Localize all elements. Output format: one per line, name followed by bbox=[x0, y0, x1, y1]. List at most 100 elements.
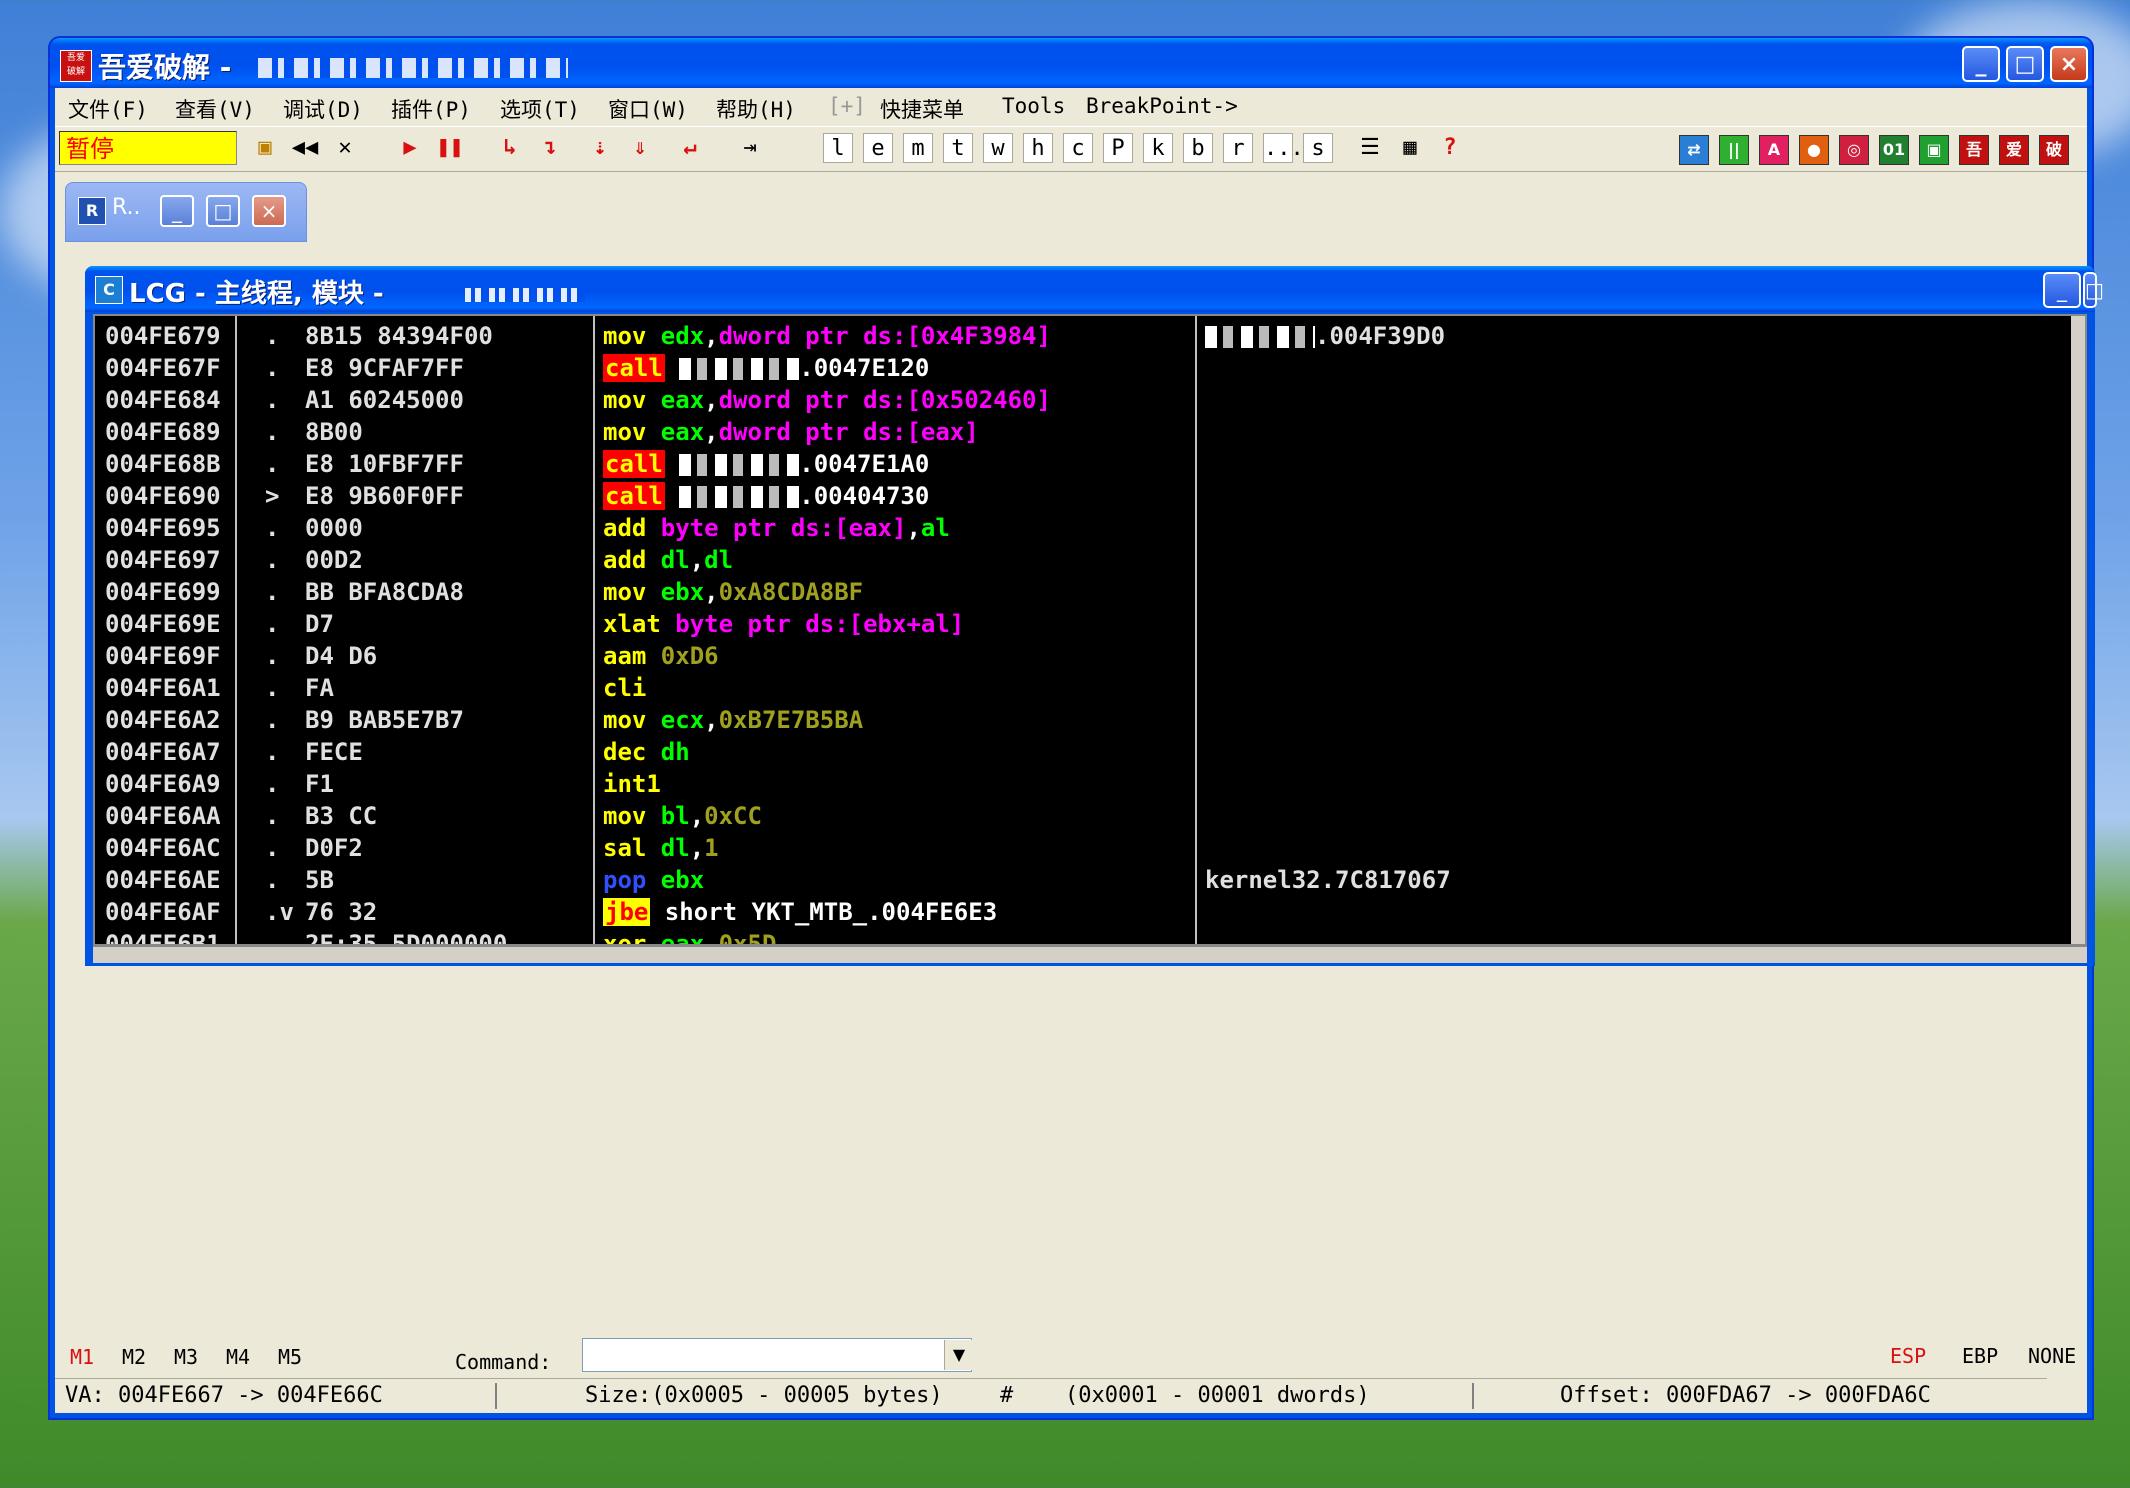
menu-item[interactable]: 选项(T) bbox=[500, 94, 580, 124]
window-button-b[interactable]: b bbox=[1183, 133, 1213, 163]
window-button-r[interactable]: r bbox=[1223, 133, 1253, 163]
disasm-row[interactable]: 004FE699. BB BFA8CDA8 mov ebx,0xA8CDA8BF bbox=[95, 576, 2085, 608]
mark-button-m1[interactable]: M1 bbox=[70, 1345, 94, 1369]
window-button-t[interactable]: t bbox=[943, 133, 973, 163]
disasm-row[interactable]: 004FE689. 8B00 mov eax,dword ptr ds:[eax] bbox=[95, 416, 2085, 448]
window-icon[interactable]: ▣ bbox=[1919, 135, 1949, 165]
refresh-icon[interactable]: ⇄ bbox=[1679, 135, 1709, 165]
disasm-row[interactable]: 004FE6A1. FA cli bbox=[95, 672, 2085, 704]
hex-bytes: D7 bbox=[305, 610, 334, 638]
ai-icon[interactable]: 爱 bbox=[1999, 135, 2029, 165]
window-button-...[interactable]: ... bbox=[1263, 133, 1304, 163]
mark-button-m5[interactable]: M5 bbox=[278, 1345, 302, 1369]
run-icon[interactable]: ▶ bbox=[395, 133, 425, 163]
window-button-e[interactable]: e bbox=[863, 133, 893, 163]
command-input[interactable] bbox=[582, 1338, 972, 1372]
cpu-maximize-button[interactable]: □ bbox=[2083, 272, 2104, 308]
disasm-row[interactable]: 004FE6A7. FECE dec dh bbox=[95, 736, 2085, 768]
pause-icon[interactable]: ❚❚ bbox=[435, 133, 465, 163]
title-bar[interactable]: 吾爱 破解 吾爱破解 - _ □ × bbox=[50, 38, 2092, 88]
window-button-c[interactable]: c bbox=[1063, 133, 1093, 163]
redacted-symbol bbox=[679, 454, 800, 476]
menu-item[interactable]: 插件(P) bbox=[391, 94, 471, 124]
rewind-icon[interactable]: ◀◀ bbox=[290, 133, 320, 163]
disasm-row[interactable]: 004FE679. 8B15 84394F00 mov edx,dword ptr … bbox=[95, 320, 2085, 352]
disasm-row[interactable]: 004FE6AC. D0F2 sal dl,1 bbox=[95, 832, 2085, 864]
cpu-minimize-button[interactable]: _ bbox=[2043, 272, 2081, 308]
disasm-row[interactable]: 004FE697. 00D2 add dl,dl bbox=[95, 544, 2085, 576]
menu-item[interactable]: [+] bbox=[828, 94, 866, 118]
maximize-button[interactable]: □ bbox=[2006, 46, 2044, 82]
help-icon[interactable]: ? bbox=[1435, 133, 1465, 163]
reg-button-none[interactable]: NONE bbox=[2028, 1344, 2076, 1368]
mark-button-m3[interactable]: M3 bbox=[174, 1345, 198, 1369]
disasm-row[interactable]: 004FE67F. E8 9CFAF7FF call .0047E120 bbox=[95, 352, 2085, 384]
window-button-k[interactable]: k bbox=[1143, 133, 1173, 163]
trace-into-icon[interactable]: ⇣ bbox=[585, 133, 615, 163]
disasm-row[interactable]: 004FE6B1. 2E:35 5D000000 xor eax,0x5D bbox=[95, 928, 2085, 944]
open-icon[interactable]: ▣ bbox=[250, 133, 280, 163]
instruction-token: al bbox=[920, 514, 950, 542]
address: 004FE69E bbox=[105, 610, 221, 638]
chevron-down-icon[interactable]: ▼ bbox=[944, 1340, 973, 1370]
horizontal-scrollbar[interactable] bbox=[93, 946, 2087, 963]
window-button-l[interactable]: l bbox=[823, 133, 853, 163]
disasm-row[interactable]: 004FE69E. D7 xlat byte ptr ds:[ebx+al] bbox=[95, 608, 2085, 640]
instruction-token: dword ptr ds:[0x4F3984] bbox=[718, 322, 1051, 350]
window-button-s[interactable]: s bbox=[1303, 133, 1333, 163]
disasm-row[interactable]: 004FE6AF .v 76 32 jbe short YKT_MTB_.004FE6… bbox=[95, 896, 2085, 928]
window-button-P[interactable]: P bbox=[1103, 133, 1133, 163]
close-debug-icon[interactable]: ✕ bbox=[330, 133, 360, 163]
grid-icon[interactable]: ▦ bbox=[1395, 133, 1425, 163]
disasm-row[interactable]: 004FE6AE. 5B pop ebx kernel32.7C817067 bbox=[95, 864, 2085, 896]
disassembly-pane[interactable]: 004FE679. 8B15 84394F00 mov edx,dword ptr … bbox=[93, 314, 2087, 946]
flow-marker: . bbox=[265, 674, 280, 702]
mini-maximize-button[interactable]: □ bbox=[206, 195, 240, 227]
mark-button-m2[interactable]: M2 bbox=[122, 1345, 146, 1369]
reg-button-ebp[interactable]: EBP bbox=[1962, 1344, 1998, 1368]
minimize-button[interactable]: _ bbox=[1962, 46, 2000, 82]
mini-minimize-button[interactable]: _ bbox=[160, 195, 194, 227]
minimized-window[interactable]: R R.. _ □ × bbox=[65, 182, 307, 242]
window-button-m[interactable]: m bbox=[903, 133, 933, 163]
reg-button-esp[interactable]: ESP bbox=[1890, 1344, 1926, 1368]
binary-icon[interactable]: 01 bbox=[1879, 135, 1909, 165]
disasm-row[interactable]: 004FE6A2. B9 BAB5E7B7 mov ecx,0xB7E7B5BA bbox=[95, 704, 2085, 736]
menu-item[interactable]: 窗口(W) bbox=[608, 94, 688, 124]
cpu-title-bar[interactable]: C LCG - 主线程, 模块 - _ □ bbox=[85, 266, 2104, 312]
disasm-row[interactable]: 004FE684. A1 60245000 mov eax,dword ptr ds… bbox=[95, 384, 2085, 416]
disasm-row[interactable]: 004FE695. 0000 add byte ptr ds:[eax],al bbox=[95, 512, 2085, 544]
menu-item[interactable]: 帮助(H) bbox=[716, 94, 796, 124]
disasm-row[interactable]: 004FE6A9. F1 int1 bbox=[95, 768, 2085, 800]
instruction-token: , bbox=[704, 706, 719, 734]
record-icon[interactable]: ● bbox=[1799, 135, 1829, 165]
window-button-h[interactable]: h bbox=[1023, 133, 1053, 163]
execute-till-return-icon[interactable]: ↵ bbox=[675, 133, 705, 163]
goto-icon[interactable]: ⇥ bbox=[735, 133, 765, 163]
mini-window-icon: R bbox=[78, 197, 106, 225]
close-button[interactable]: × bbox=[2050, 46, 2088, 82]
disasm-row[interactable]: 004FE6AA. B3 CC mov bl,0xCC bbox=[95, 800, 2085, 832]
plugin-green-icon[interactable]: || bbox=[1719, 135, 1749, 165]
step-over-icon[interactable]: ↴ bbox=[535, 133, 565, 163]
disasm-row[interactable]: 004FE68B. E8 10FBF7FF call .0047E1A0 bbox=[95, 448, 2085, 480]
hex-bytes: 8B00 bbox=[305, 418, 363, 446]
target-icon[interactable]: ◎ bbox=[1839, 135, 1869, 165]
disasm-row[interactable]: 004FE690 > E8 9B60F0FF call .00404730 bbox=[95, 480, 2085, 512]
step-into-icon[interactable]: ↳ bbox=[495, 133, 525, 163]
po-icon[interactable]: 破 bbox=[2039, 135, 2069, 165]
menu-item[interactable]: 查看(V) bbox=[175, 94, 255, 124]
list-icon[interactable]: ☰ bbox=[1355, 133, 1385, 163]
menu-item[interactable]: BreakPoint-> bbox=[1086, 94, 1238, 118]
menu-item[interactable]: 文件(F) bbox=[68, 94, 148, 124]
menu-item[interactable]: Tools bbox=[1002, 94, 1065, 118]
ascii-icon[interactable]: A bbox=[1759, 135, 1789, 165]
wu-icon[interactable]: 吾 bbox=[1959, 135, 1989, 165]
mini-close-button[interactable]: × bbox=[252, 195, 286, 227]
trace-over-icon[interactable]: ⇓ bbox=[625, 133, 655, 163]
disasm-row[interactable]: 004FE69F. D4 D6 aam 0xD6 bbox=[95, 640, 2085, 672]
menu-item[interactable]: 快捷菜单 bbox=[880, 94, 964, 124]
mark-button-m4[interactable]: M4 bbox=[226, 1345, 250, 1369]
menu-item[interactable]: 调试(D) bbox=[283, 94, 363, 124]
window-button-w[interactable]: w bbox=[983, 133, 1013, 163]
